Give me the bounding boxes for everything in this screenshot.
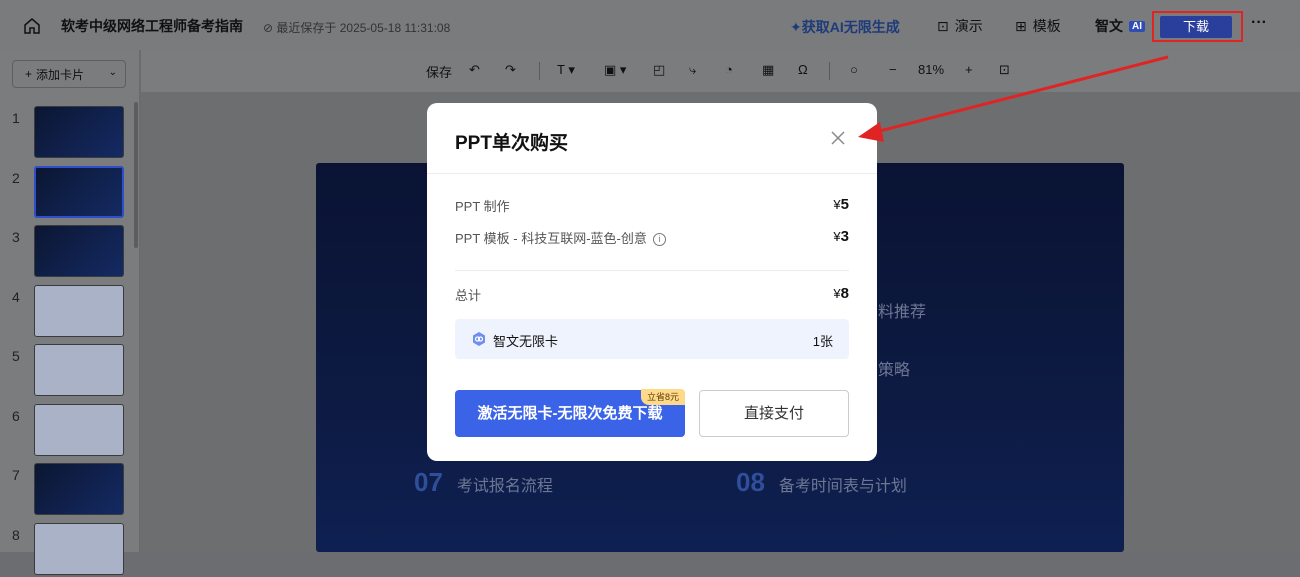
annotation-arrow (858, 55, 1169, 142)
app-window: 软考中级网络工程师备考指南 ⊘ 最近保存于 2025-05-18 11:31:0… (0, 0, 1300, 575)
